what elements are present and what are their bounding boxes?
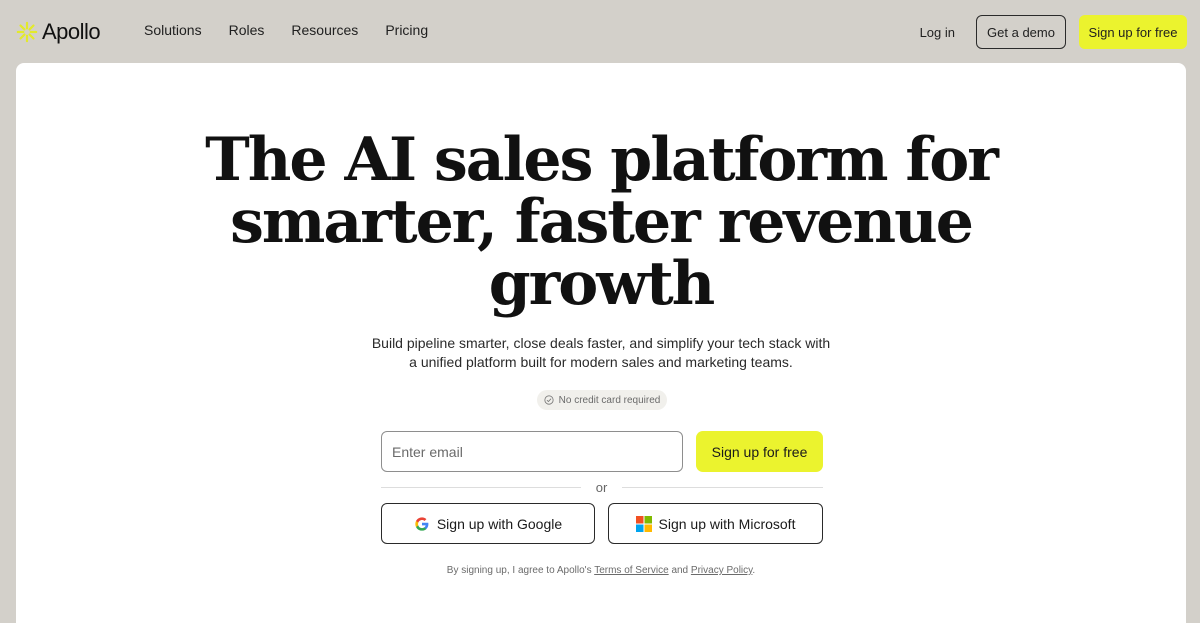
terms-of-service-link[interactable]: Terms of Service <box>594 565 668 576</box>
hero-title-line: growth <box>488 249 716 319</box>
email-input[interactable] <box>381 431 683 472</box>
hero-subtitle: Build pipeline smarter, close deals fast… <box>351 334 851 372</box>
microsoft-icon <box>635 515 652 532</box>
apollo-logo-icon <box>16 21 38 43</box>
or-separator: or <box>595 480 608 495</box>
google-icon <box>415 516 429 531</box>
hero-title: The AI sales platform for smarter, faste… <box>16 129 1186 315</box>
subtitle-line: a unified platform built for modern sale… <box>409 354 793 370</box>
subtitle-line: Build pipeline smarter, close deals fast… <box>371 335 831 351</box>
header-actions: Log in Get a demo Sign up for free <box>920 15 1187 49</box>
google-button-label: Sign up with Google <box>436 515 563 532</box>
nav-item-resources[interactable]: Resources <box>291 22 358 38</box>
login-link[interactable]: Log in <box>920 25 955 40</box>
no-credit-card-badge: No credit card required <box>537 390 667 410</box>
brand-name: Apollo <box>42 19 101 44</box>
privacy-policy-link[interactable]: Privacy Policy <box>691 565 753 576</box>
hero-title-line: smarter, faster revenue <box>230 187 974 257</box>
signup-submit-button[interactable]: Sign up for free <box>696 431 823 472</box>
terms-prefix: By signing up, I agree to Apollo's <box>446 565 592 576</box>
microsoft-signup-button[interactable]: Sign up with Microsoft <box>608 503 823 544</box>
terms-notice: By signing up, I agree to Apollo's Terms… <box>16 565 1186 576</box>
nav-item-roles[interactable]: Roles <box>229 22 265 38</box>
main-nav: Solutions Roles Resources Pricing <box>144 22 428 38</box>
header-signup-button[interactable]: Sign up for free <box>1079 15 1187 49</box>
terms-and: and <box>671 565 689 576</box>
terms-suffix: . <box>752 565 756 576</box>
badge-text: No credit card required <box>558 394 661 406</box>
nav-item-pricing[interactable]: Pricing <box>385 22 428 38</box>
top-navigation-bar: Apollo Solutions Roles Resources Pricing… <box>0 0 1200 63</box>
get-demo-button[interactable]: Get a demo <box>976 15 1066 49</box>
microsoft-button-label: Sign up with Microsoft <box>658 515 796 532</box>
hero-title-line: The AI sales platform for <box>205 125 999 195</box>
hero-card: The AI sales platform for smarter, faste… <box>16 63 1186 623</box>
google-signup-button[interactable]: Sign up with Google <box>381 503 595 544</box>
apollo-logo[interactable]: Apollo <box>16 19 101 45</box>
divider <box>381 487 581 488</box>
nav-item-solutions[interactable]: Solutions <box>144 22 202 38</box>
check-circle-icon <box>544 395 554 405</box>
divider <box>622 487 823 488</box>
